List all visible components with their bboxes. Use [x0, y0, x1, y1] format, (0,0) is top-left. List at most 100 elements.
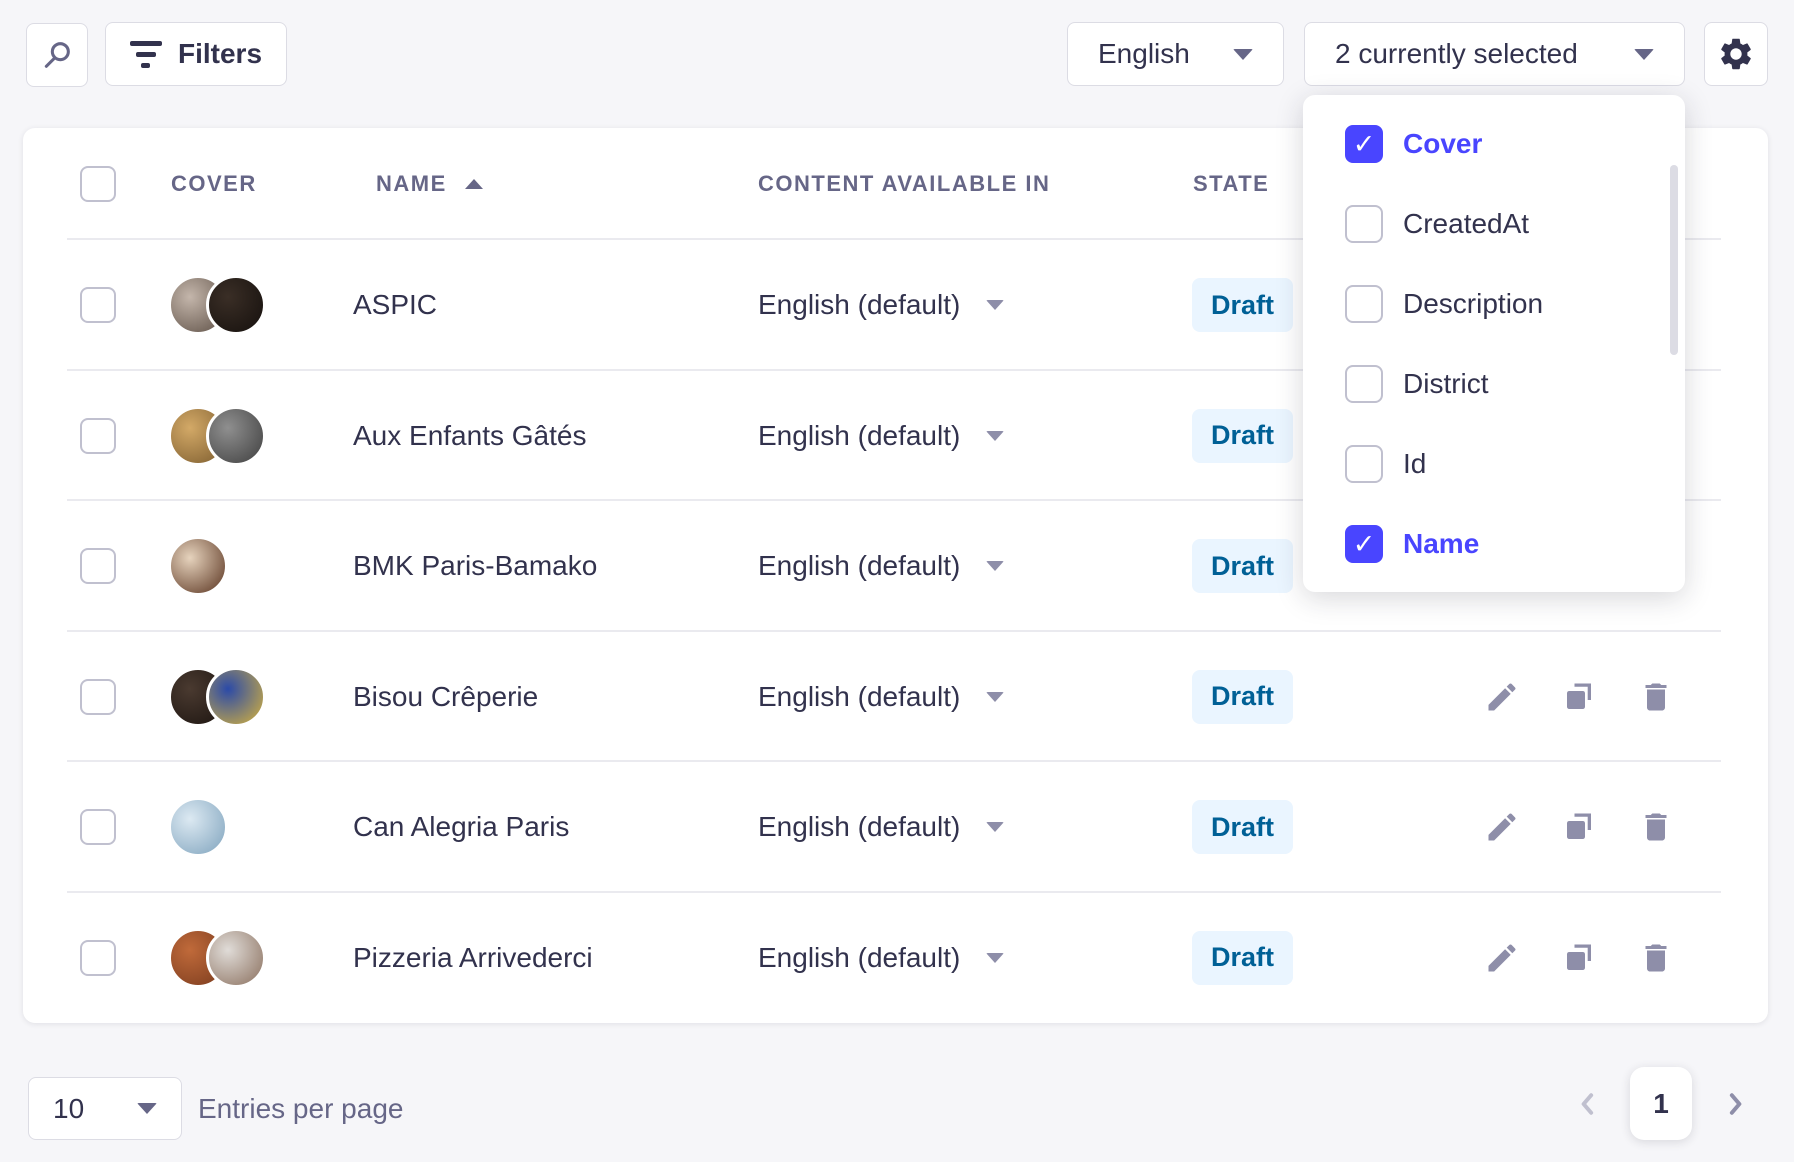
- chevron-left-icon: [1573, 1089, 1603, 1119]
- column-header-cover: COVER: [171, 171, 257, 197]
- copy-icon: [1561, 679, 1597, 715]
- row-checkbox[interactable]: [80, 940, 116, 976]
- page-size-select[interactable]: 10: [28, 1077, 182, 1140]
- status-badge: Draft: [1192, 539, 1293, 593]
- chevron-down-icon: [986, 822, 1004, 832]
- locale-dropdown[interactable]: English (default): [758, 420, 1004, 452]
- trash-icon: [1638, 809, 1674, 845]
- duplicate-button[interactable]: [1559, 938, 1599, 978]
- locale-dropdown[interactable]: English (default): [758, 681, 1004, 713]
- row-checkbox[interactable]: [80, 679, 116, 715]
- cover-avatar: [168, 536, 228, 596]
- duplicate-button[interactable]: [1559, 677, 1599, 717]
- checkbox[interactable]: [1345, 365, 1383, 403]
- column-header-content-available-in: CONTENT AVAILABLE IN: [758, 171, 1050, 197]
- cover-cell: [168, 667, 266, 727]
- status-badge: Draft: [1192, 931, 1293, 985]
- cover-cell: [168, 797, 228, 857]
- locale-dropdown[interactable]: English (default): [758, 289, 1004, 321]
- entry-name: Can Alegria Paris: [353, 811, 569, 843]
- content-manager-list-view: { "toolbar": { "search_icon": "magnifier…: [0, 0, 1794, 1162]
- row-checkbox[interactable]: [80, 548, 116, 584]
- next-page-button[interactable]: [1713, 1080, 1757, 1128]
- column-header-name[interactable]: NAME: [376, 171, 483, 197]
- page-size-value: 10: [53, 1093, 84, 1125]
- columns-select-value: 2 currently selected: [1335, 38, 1578, 70]
- column-option-cover[interactable]: Cover: [1303, 104, 1685, 184]
- delete-button[interactable]: [1636, 938, 1676, 978]
- column-option-district[interactable]: District: [1303, 344, 1685, 424]
- locale-dropdown[interactable]: English (default): [758, 811, 1004, 843]
- table-row[interactable]: Bisou Crêperie English (default) Draft: [23, 632, 1768, 763]
- row-checkbox[interactable]: [80, 287, 116, 323]
- locale-select[interactable]: English: [1067, 22, 1284, 86]
- entry-name: Aux Enfants Gâtés: [353, 420, 586, 452]
- entry-name: ASPIC: [353, 289, 437, 321]
- dropdown-scrollbar[interactable]: [1670, 165, 1678, 355]
- filters-button[interactable]: Filters: [105, 22, 287, 86]
- columns-dropdown-panel: Cover CreatedAt Description District Id …: [1303, 95, 1685, 592]
- page-1-button[interactable]: 1: [1630, 1067, 1692, 1140]
- columns-select[interactable]: 2 currently selected: [1304, 22, 1685, 86]
- chevron-down-icon: [1233, 49, 1253, 60]
- column-option-name[interactable]: Name: [1303, 504, 1685, 584]
- settings-button[interactable]: [1704, 22, 1768, 86]
- entry-name: Bisou Crêperie: [353, 681, 538, 713]
- chevron-down-icon: [986, 692, 1004, 702]
- status-badge: Draft: [1192, 670, 1293, 724]
- column-option-description[interactable]: Description: [1303, 264, 1685, 344]
- copy-icon: [1561, 809, 1597, 845]
- trash-icon: [1638, 679, 1674, 715]
- checkbox[interactable]: [1345, 445, 1383, 483]
- copy-icon: [1561, 940, 1597, 976]
- chevron-down-icon: [986, 300, 1004, 310]
- edit-button[interactable]: [1482, 938, 1522, 978]
- sort-ascending-icon: [465, 179, 483, 189]
- column-header-state: STATE: [1193, 171, 1269, 197]
- cover-avatar: [206, 275, 266, 335]
- locale-select-value: English: [1098, 38, 1190, 70]
- edit-button[interactable]: [1482, 807, 1522, 847]
- search-button[interactable]: [26, 23, 88, 87]
- locale-dropdown[interactable]: English (default): [758, 550, 1004, 582]
- filter-icon: [130, 41, 162, 68]
- duplicate-button[interactable]: [1559, 807, 1599, 847]
- delete-button[interactable]: [1636, 677, 1676, 717]
- checkbox[interactable]: [1345, 525, 1383, 563]
- cover-avatar: [206, 406, 266, 466]
- checkbox[interactable]: [1345, 285, 1383, 323]
- cover-cell: [168, 406, 266, 466]
- cover-avatar: [206, 667, 266, 727]
- cover-cell: [168, 275, 266, 335]
- column-option-createdat[interactable]: CreatedAt: [1303, 184, 1685, 264]
- entries-per-page-label: Entries per page: [198, 1093, 403, 1125]
- checkbox[interactable]: [1345, 125, 1383, 163]
- chevron-down-icon: [986, 953, 1004, 963]
- chevron-down-icon: [986, 431, 1004, 441]
- filters-button-label: Filters: [178, 38, 262, 70]
- table-row[interactable]: Can Alegria Paris English (default) Draf…: [23, 762, 1768, 893]
- chevron-down-icon: [986, 561, 1004, 571]
- locale-dropdown[interactable]: English (default): [758, 942, 1004, 974]
- cover-avatar: [168, 797, 228, 857]
- status-badge: Draft: [1192, 800, 1293, 854]
- row-checkbox[interactable]: [80, 809, 116, 845]
- chevron-down-icon: [137, 1103, 157, 1114]
- previous-page-button[interactable]: [1566, 1080, 1610, 1128]
- pencil-icon: [1484, 940, 1520, 976]
- checkbox[interactable]: [1345, 205, 1383, 243]
- entry-name: Pizzeria Arrivederci: [353, 942, 593, 974]
- cover-cell: [168, 536, 228, 596]
- cover-cell: [168, 928, 266, 988]
- delete-button[interactable]: [1636, 807, 1676, 847]
- row-checkbox[interactable]: [80, 418, 116, 454]
- table-row[interactable]: Pizzeria Arrivederci English (default) D…: [23, 893, 1768, 1024]
- pencil-icon: [1484, 679, 1520, 715]
- search-icon: [41, 39, 73, 71]
- column-option-id[interactable]: Id: [1303, 424, 1685, 504]
- edit-button[interactable]: [1482, 677, 1522, 717]
- status-badge: Draft: [1192, 409, 1293, 463]
- trash-icon: [1638, 940, 1674, 976]
- status-badge: Draft: [1192, 278, 1293, 332]
- select-all-checkbox[interactable]: [80, 166, 116, 202]
